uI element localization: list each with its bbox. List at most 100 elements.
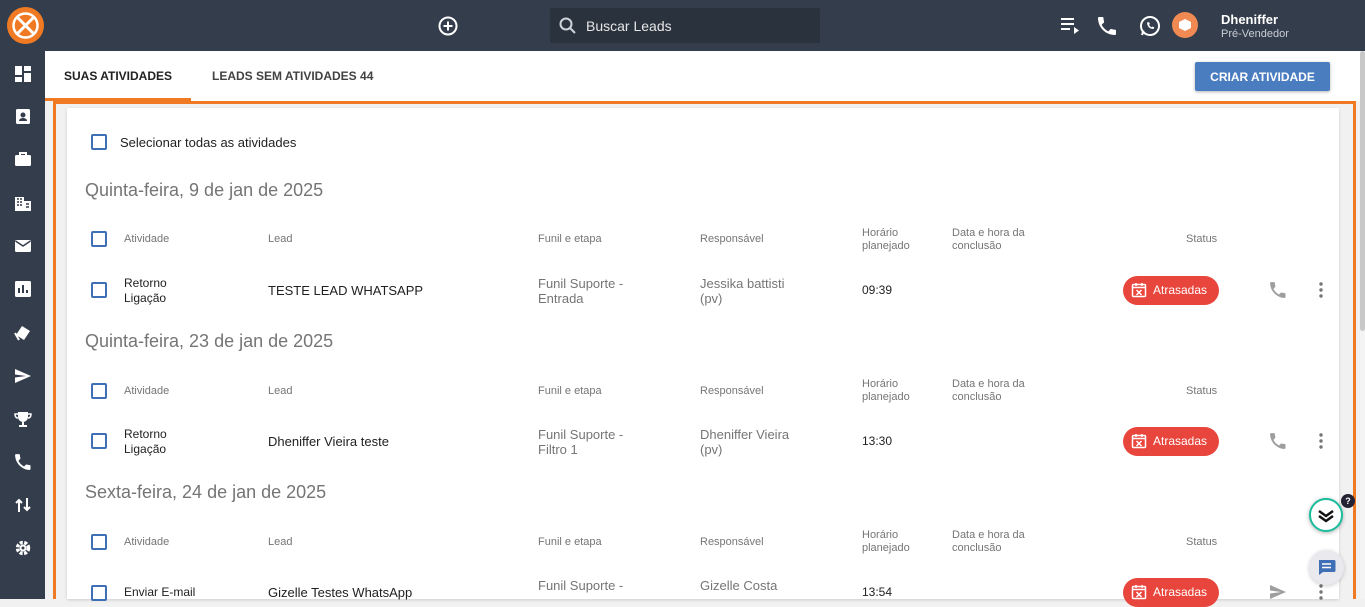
group-select-checkbox[interactable] — [91, 383, 107, 399]
chat-button[interactable] — [1309, 550, 1344, 585]
row-time: 13:54 — [862, 585, 893, 599]
row-time: 13:30 — [862, 434, 893, 448]
col-activity: Atividade — [124, 536, 170, 548]
create-activity-button[interactable]: CRIAR ATIVIDADE — [1195, 62, 1330, 91]
row-owner: Gizelle Costa — [700, 578, 777, 593]
col-lead: Lead — [268, 233, 293, 245]
row-owner-line1: Dheniffer Vieira — [700, 427, 790, 442]
col-funnel: Funil e etapa — [538, 233, 602, 245]
col-planned: Horário planejado — [862, 378, 910, 404]
send-icon[interactable] — [1268, 582, 1288, 602]
select-all-checkbox[interactable] — [91, 134, 107, 150]
calendar-overdue-icon — [1131, 283, 1147, 298]
user-avatar-icon — [1179, 19, 1191, 31]
date-heading: Quinta-feira, 23 de jan de 2025 — [85, 331, 334, 351]
col-funnel: Funil e etapa — [538, 536, 602, 548]
row-activity-line1: Retorno — [124, 427, 167, 441]
phone-icon[interactable] — [1095, 14, 1119, 38]
col-lead: Lead — [268, 385, 293, 397]
col-planned: Horário planejado — [862, 529, 910, 555]
row-activity-line2: Ligação — [124, 442, 167, 456]
group-select-checkbox[interactable] — [91, 534, 107, 550]
row-activity: Enviar E-mail — [124, 585, 195, 600]
row-lead[interactable]: Gizelle Testes WhatsApp — [268, 585, 412, 600]
col-planned-line2: planejado — [862, 240, 910, 252]
avatar[interactable] — [1172, 12, 1198, 38]
more-vert-icon[interactable] — [1311, 431, 1331, 451]
help-widget-button[interactable]: ? — [1309, 494, 1355, 532]
tab-suas-atividades[interactable]: SUAS ATIVIDADES — [45, 51, 191, 101]
user-role: Pré-Vendedor — [1221, 28, 1289, 40]
row-owner: Jessika battisti (pv) — [700, 276, 785, 306]
col-done-line2: conclusão — [952, 391, 1002, 403]
phone-icon[interactable] — [13, 452, 33, 472]
scrollbar-thumb[interactable] — [1360, 51, 1365, 331]
col-funnel: Funil e etapa — [538, 385, 602, 397]
app-logo[interactable] — [7, 7, 44, 44]
briefcase-icon[interactable] — [13, 149, 33, 169]
col-owner: Responsável — [700, 385, 764, 397]
col-done-line1: Data e hora da — [952, 227, 1025, 239]
company-icon[interactable] — [13, 193, 33, 213]
col-done: Data e hora da conclusão — [952, 529, 1025, 555]
chevrons-icon — [1318, 509, 1334, 523]
date-heading: Sexta-feira, 24 de jan de 2025 — [85, 482, 327, 502]
col-status: Status — [1186, 233, 1218, 245]
whatsapp-icon[interactable] — [1138, 14, 1162, 38]
tab-leads-sem-atividades[interactable]: LEADS SEM ATIVIDADES 44 — [212, 51, 373, 101]
tags-icon[interactable] — [13, 323, 33, 343]
calendar-overdue-icon — [1131, 585, 1147, 600]
search-box[interactable] — [550, 8, 820, 43]
status-badge: Atrasadas — [1123, 427, 1219, 456]
row-owner-line2: (pv) — [700, 442, 723, 457]
swap-icon[interactable] — [13, 495, 33, 515]
sidebar — [0, 51, 45, 599]
col-planned-line1: Horário — [862, 529, 899, 541]
more-vert-icon[interactable] — [1311, 582, 1331, 602]
settings-icon[interactable] — [13, 538, 33, 558]
row-owner-line2: (pv) — [700, 291, 723, 306]
phone-icon[interactable] — [1268, 280, 1288, 300]
user-name[interactable]: Dheniffer — [1221, 12, 1278, 27]
calendar-overdue-icon — [1131, 434, 1147, 449]
trophy-icon[interactable] — [13, 409, 33, 429]
row-funnel: Funil Suporte - — [538, 578, 623, 593]
add-circle-icon[interactable] — [437, 15, 459, 37]
row-checkbox[interactable] — [91, 433, 107, 449]
group-select-checkbox[interactable] — [91, 231, 107, 247]
status-badge: Atrasadas — [1123, 276, 1219, 305]
contacts-icon[interactable] — [13, 106, 33, 126]
row-checkbox[interactable] — [91, 282, 107, 298]
col-done-line2: conclusão — [952, 542, 1002, 554]
col-done-line1: Data e hora da — [952, 378, 1025, 390]
col-activity: Atividade — [124, 385, 170, 397]
chat-icon — [1319, 560, 1336, 575]
playlist-icon[interactable] — [1058, 14, 1082, 38]
row-funnel-line1: Funil Suporte - — [538, 276, 624, 291]
row-activity-line1: Enviar E-mail — [124, 585, 196, 599]
col-planned-line1: Horário — [862, 378, 899, 390]
logo-mark-icon — [12, 12, 39, 39]
row-owner-line1: Jessika battisti — [700, 276, 785, 291]
row-owner: Dheniffer Vieira (pv) — [700, 427, 789, 457]
col-owner: Responsável — [700, 233, 764, 245]
send-icon[interactable] — [13, 366, 33, 386]
search-input[interactable] — [586, 8, 814, 43]
col-activity: Atividade — [124, 233, 170, 245]
row-lead[interactable]: TESTE LEAD WHATSAPP — [268, 283, 423, 298]
row-lead[interactable]: Dheniffer Vieira teste — [268, 434, 389, 449]
row-funnel: Funil Suporte - Filtro 1 — [538, 427, 623, 457]
row-funnel-line1: Funil Suporte - — [538, 427, 624, 442]
phone-icon[interactable] — [1268, 431, 1288, 451]
col-done-line2: conclusão — [952, 240, 1002, 252]
row-funnel-line1: Funil Suporte - — [538, 578, 624, 593]
reports-icon[interactable] — [13, 279, 33, 299]
row-activity-line2: Ligação — [124, 291, 167, 305]
mail-icon[interactable] — [13, 236, 33, 256]
row-funnel-line2: Filtro 1 — [538, 442, 578, 457]
col-planned-line2: planejado — [862, 391, 910, 403]
col-planned: Horário planejado — [862, 227, 910, 253]
more-vert-icon[interactable] — [1311, 280, 1331, 300]
dashboard-icon[interactable] — [13, 64, 33, 84]
col-planned-line2: planejado — [862, 542, 910, 554]
